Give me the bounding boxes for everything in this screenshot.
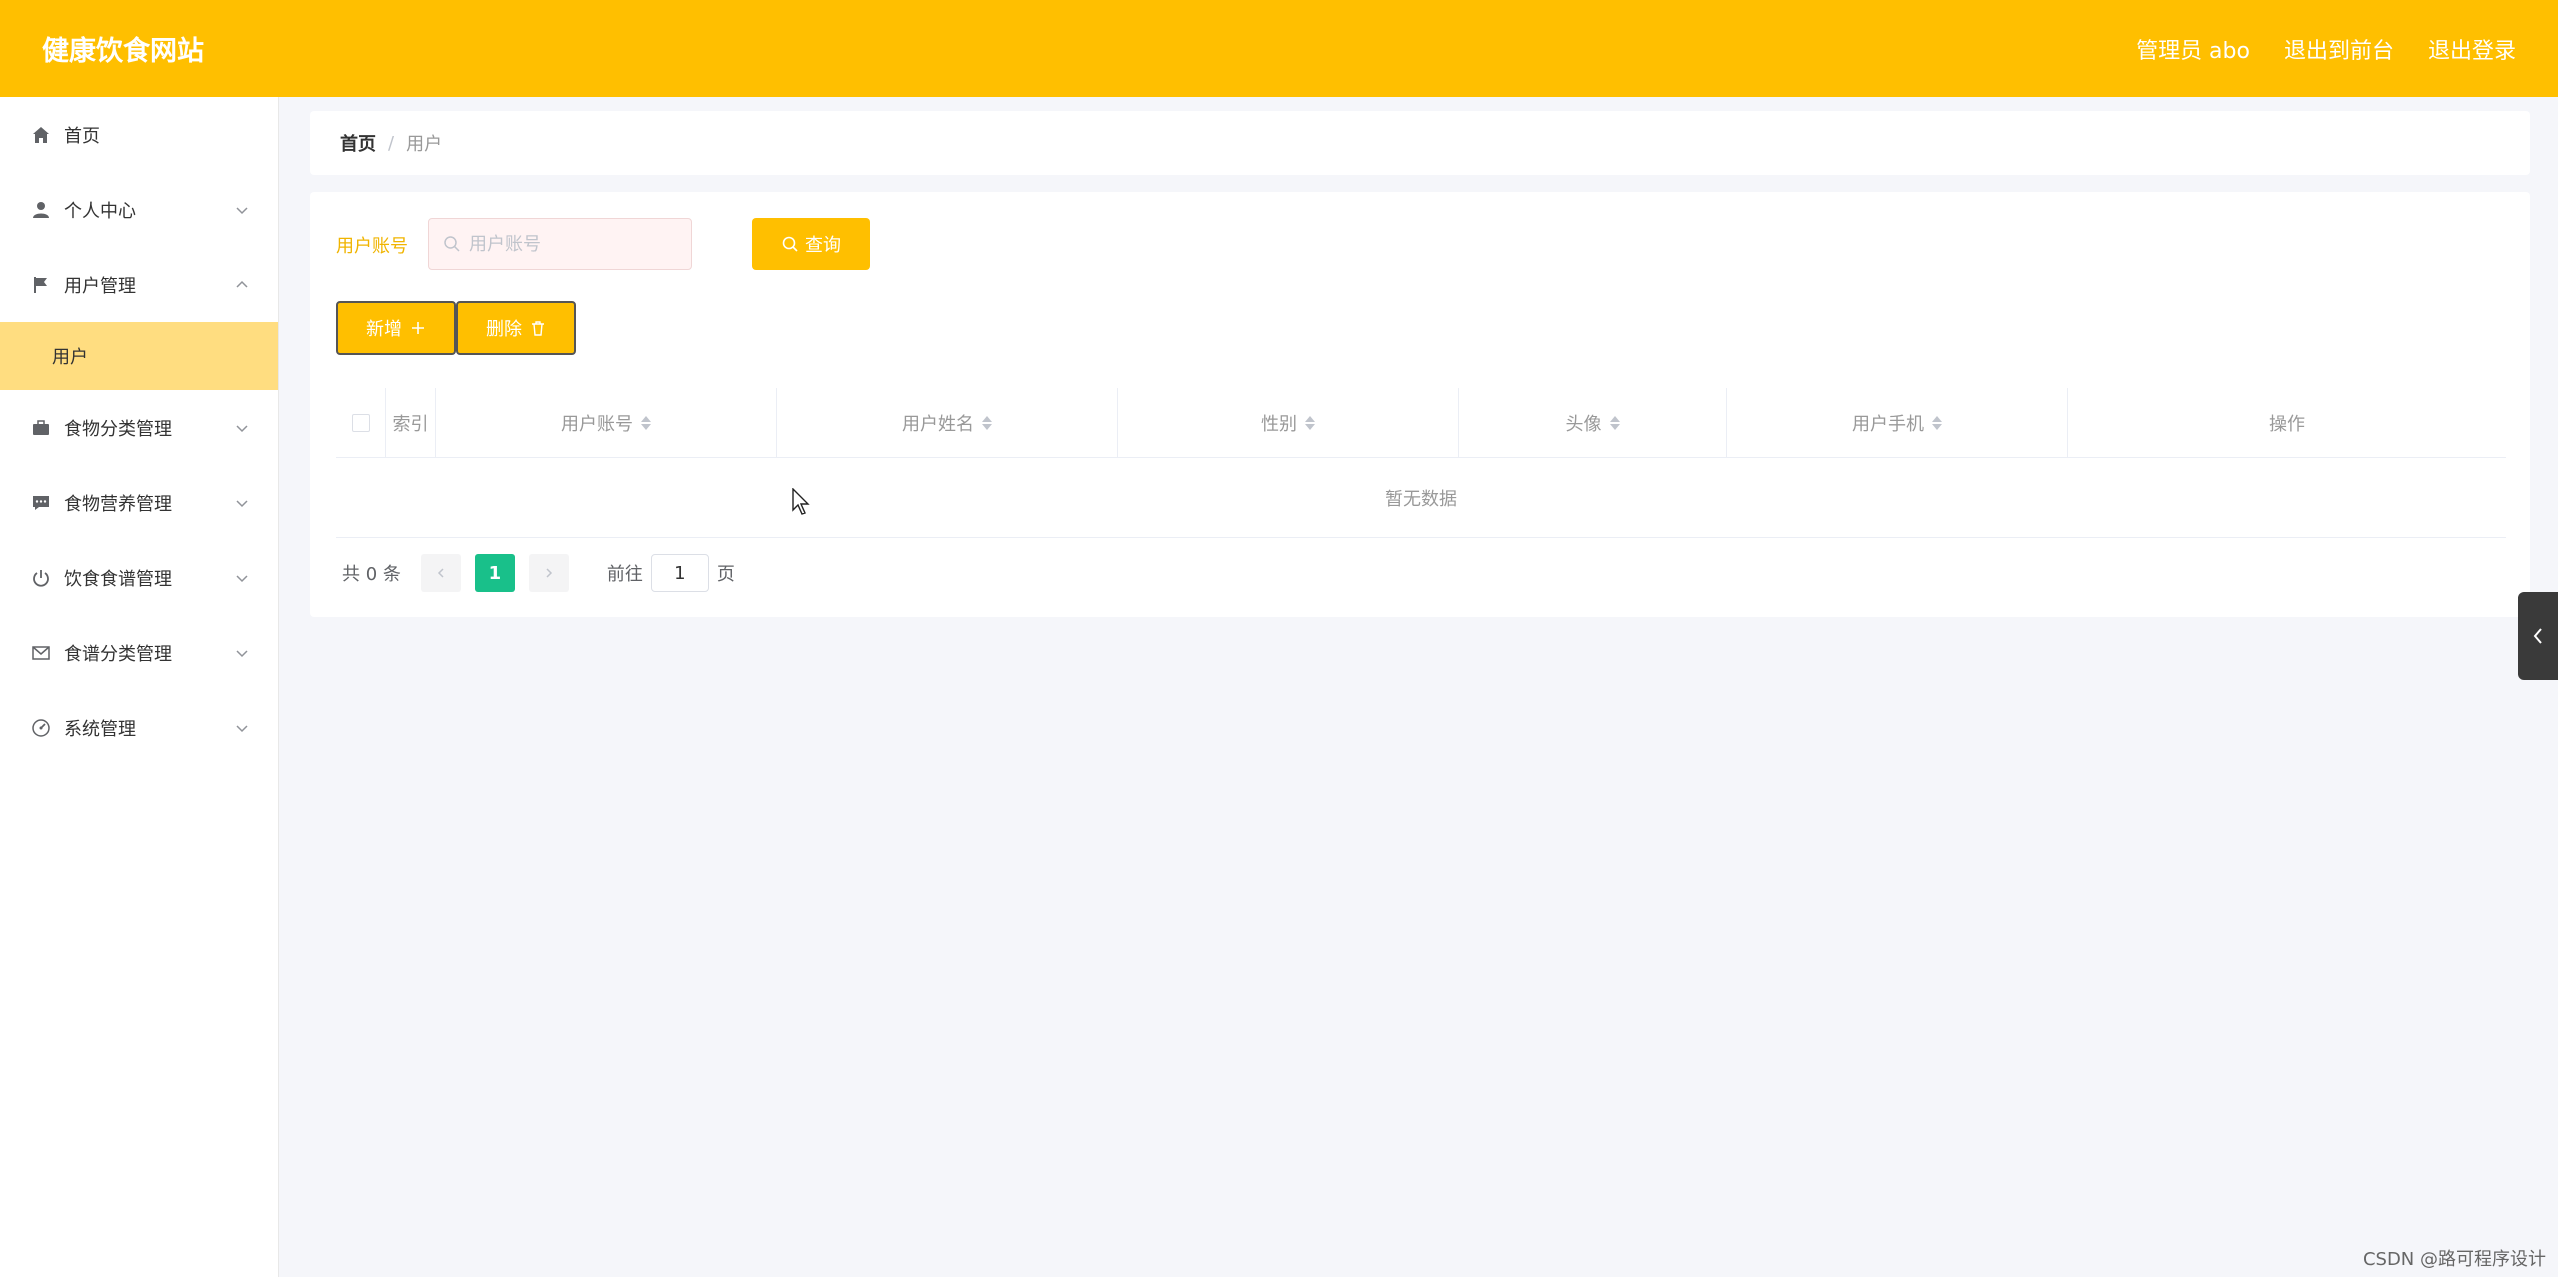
sidebar: 首页 个人中心 用户管理 用户 食物分类管理 食物营养管理 饮食食谱管理 食谱分… <box>0 97 279 1277</box>
flag-icon <box>30 274 52 296</box>
sidebar-item-personal-center[interactable]: 个人中心 <box>0 172 278 247</box>
sort-icon[interactable] <box>1932 415 1942 430</box>
column-label: 操作 <box>2269 413 2305 435</box>
sidebar-subitem-label: 用户 <box>52 347 88 368</box>
sidebar-item-user-management[interactable]: 用户管理 <box>0 247 278 322</box>
sidebar-item-system[interactable]: 系统管理 <box>0 690 278 765</box>
column-label: 用户账号 <box>561 413 633 435</box>
sidebar-item-food-category[interactable]: 食物分类管理 <box>0 390 278 465</box>
trash-icon <box>532 321 544 336</box>
side-panel-toggle[interactable] <box>2518 592 2558 680</box>
header-actions: 管理员 abo 退出到前台 退出登录 <box>2136 33 2516 65</box>
breadcrumb-separator: / <box>388 132 395 154</box>
sidebar-item-label: 用户管理 <box>64 275 136 297</box>
select-all-cell <box>336 388 386 457</box>
column-header-avatar[interactable]: 头像 <box>1459 388 1727 457</box>
next-page-button[interactable] <box>528 554 569 592</box>
top-header: 健康饮食网站 管理员 abo 退出到前台 退出登录 <box>0 0 2558 97</box>
sidebar-item-label: 首页 <box>64 125 100 147</box>
to-front-link[interactable]: 退出到前台 <box>2284 33 2394 65</box>
column-header-actions: 操作 <box>2068 388 2506 457</box>
briefcase-icon <box>30 417 52 439</box>
sort-icon[interactable] <box>982 415 992 430</box>
plus-icon <box>412 322 424 334</box>
sidebar-item-food-nutrition[interactable]: 食物营养管理 <box>0 465 278 540</box>
logout-link[interactable]: 退出登录 <box>2428 33 2516 65</box>
watermark: CSDN @路可程序设计 <box>2362 1249 2546 1270</box>
chevron-right-icon <box>546 568 552 578</box>
table-header: 索引 用户账号 用户姓名 性别 头像 用户手机 操作 <box>336 388 2506 458</box>
mouse-cursor-icon <box>792 488 810 515</box>
message-icon <box>30 492 52 514</box>
column-label: 性别 <box>1261 413 1297 435</box>
chevron-down-icon <box>236 424 248 432</box>
mail-icon <box>30 642 52 664</box>
add-button[interactable]: 新增 <box>336 301 456 355</box>
query-button[interactable]: 查询 <box>752 218 870 270</box>
delete-button[interactable]: 删除 <box>456 301 576 355</box>
sidebar-item-recipe-category[interactable]: 食谱分类管理 <box>0 615 278 690</box>
sidebar-item-label: 食物分类管理 <box>64 418 172 440</box>
sidebar-item-home[interactable]: 首页 <box>0 97 278 172</box>
empty-text: 暂无数据 <box>1385 488 1457 510</box>
select-all-checkbox[interactable] <box>351 413 370 432</box>
goto-page-input[interactable] <box>650 554 709 592</box>
gauge-icon <box>30 717 52 739</box>
search-input[interactable] <box>469 233 669 255</box>
page-number-button[interactable]: 1 <box>474 554 515 592</box>
breadcrumb-home[interactable]: 首页 <box>340 130 376 156</box>
column-label: 头像 <box>1565 413 1602 435</box>
chevron-down-icon <box>236 649 248 657</box>
column-header-gender[interactable]: 性别 <box>1118 388 1459 457</box>
page-unit-label: 页 <box>716 564 735 585</box>
sort-icon[interactable] <box>1305 415 1315 430</box>
sidebar-item-label: 食谱分类管理 <box>64 643 172 665</box>
home-icon <box>30 124 52 146</box>
sidebar-item-label: 食物营养管理 <box>64 493 172 515</box>
power-icon <box>30 567 52 589</box>
chevron-down-icon <box>236 724 248 732</box>
chevron-down-icon <box>236 499 248 507</box>
sidebar-item-diet-recipe[interactable]: 饮食食谱管理 <box>0 540 278 615</box>
user-icon <box>30 199 52 221</box>
chevron-left-icon <box>437 568 444 578</box>
add-button-label: 新增 <box>366 319 402 340</box>
search-field[interactable] <box>428 218 692 270</box>
search-label: 用户账号 <box>336 236 408 257</box>
sidebar-subitem-user[interactable]: 用户 <box>0 322 278 390</box>
sort-icon[interactable] <box>641 415 651 430</box>
table-empty-state: 暂无数据 <box>336 458 2506 538</box>
sidebar-item-label: 系统管理 <box>64 718 136 740</box>
column-label: 用户手机 <box>1852 413 1924 435</box>
breadcrumb: 首页 / 用户 <box>310 111 2530 175</box>
user-table: 索引 用户账号 用户姓名 性别 头像 用户手机 操作 暂无数据 <box>336 388 2506 538</box>
sidebar-item-label: 个人中心 <box>64 200 136 222</box>
pagination-total: 共 0 条 <box>342 564 401 585</box>
column-header-phone[interactable]: 用户手机 <box>1727 388 2068 457</box>
sort-icon[interactable] <box>1609 415 1620 430</box>
content-card: 用户账号 查询 新增 删除 索引 用户账号 用户姓名 <box>310 192 2530 617</box>
chevron-left-icon <box>2533 628 2542 644</box>
column-header-index: 索引 <box>386 388 436 457</box>
query-button-label: 查询 <box>805 235 841 256</box>
pagination: 共 0 条 1 前往 页 <box>342 554 735 592</box>
chevron-down-icon <box>236 206 248 214</box>
column-header-account[interactable]: 用户账号 <box>436 388 777 457</box>
admin-user-label: 管理员 abo <box>2136 38 2250 64</box>
prev-page-button[interactable] <box>420 554 461 592</box>
site-title: 健康饮食网站 <box>42 36 204 67</box>
column-header-name[interactable]: 用户姓名 <box>777 388 1118 457</box>
goto-label: 前往 <box>606 564 643 585</box>
chevron-up-icon <box>236 280 248 288</box>
search-icon <box>444 236 460 252</box>
delete-button-label: 删除 <box>486 319 522 340</box>
sidebar-item-label: 饮食食谱管理 <box>64 568 172 590</box>
column-label: 索引 <box>392 413 429 435</box>
search-icon <box>782 236 798 252</box>
chevron-down-icon <box>236 574 248 582</box>
breadcrumb-current: 用户 <box>406 134 443 155</box>
column-label: 用户姓名 <box>902 413 974 435</box>
